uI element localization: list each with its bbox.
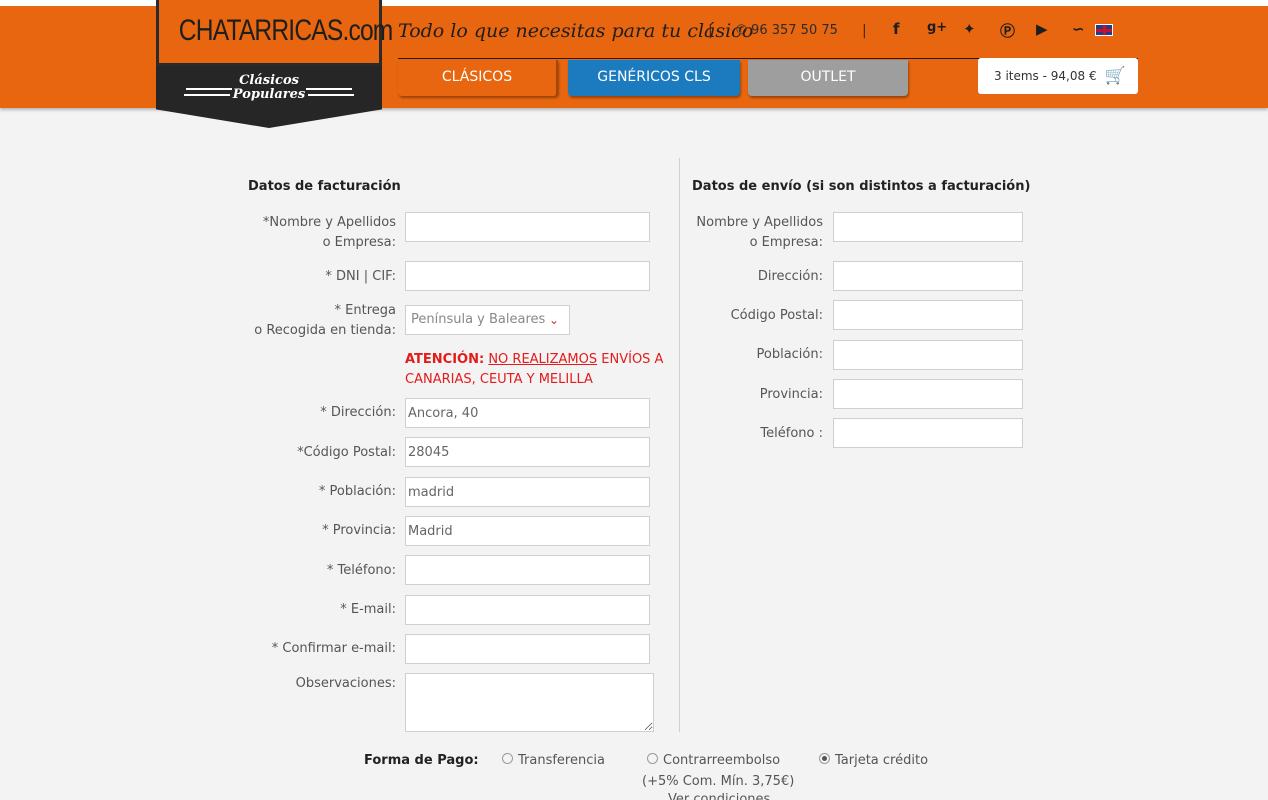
shipping-name-label: Nombre y Apellidos o Empresa: [640,213,823,253]
delivery-select-value: Península y Baleares [411,312,546,327]
payment-option-cod[interactable]: Contrarreembolso [647,753,780,768]
delivery-warning: ATENCIÓN: NO REALIZAMOS ENVÍOS A CANARIA… [405,350,675,390]
payment-option-transfer[interactable]: Transferencia [502,753,605,768]
logo-subtitle-line-1: Clásicos [239,73,299,88]
shipping-name-label-line-1: Nombre y Apellidos [696,215,823,230]
billing-notes-textarea[interactable] [405,673,654,732]
billing-name-label-line-2: o Empresa: [322,235,396,250]
billing-dni-input[interactable] [405,261,650,291]
cart-summary: 3 items - 94,08 € [994,69,1097,83]
billing-city-label: * Población: [318,484,396,499]
logo-subtitle: Clásicos Populares [156,74,382,102]
uk-flag-icon[interactable] [1095,24,1113,36]
shipping-city-label: Población: [756,347,824,362]
tagline: Todo lo que necesitas para tu clásico [398,20,754,42]
shipping-address-input[interactable] [833,261,1023,291]
phone-number[interactable]: ✆ 96 357 50 75 [736,23,838,38]
nav-outlet[interactable]: OUTLET [748,60,908,96]
billing-email-input[interactable] [405,595,650,625]
billing-dni-label: * DNI | CIF: [325,269,396,284]
rss-icon[interactable]: ∽ [1072,20,1085,38]
billing-city-input[interactable] [405,477,650,507]
billing-email-label: * E-mail: [340,602,396,617]
site-logo[interactable]: CHATARRICAS.com Clásicos Populares [156,0,394,128]
payment-option-card[interactable]: Tarjeta crédito [819,753,928,768]
billing-address-input[interactable] [405,398,650,428]
billing-delivery-label: * Entrega o Recogida en tienda: [200,301,396,341]
shipping-province-input[interactable] [833,379,1023,409]
cart-button[interactable]: 3 items - 94,08 € 🛒 [978,58,1138,94]
pinterest-icon[interactable]: Ⓟ [1000,20,1015,41]
billing-postal-label: *Código Postal: [297,445,396,460]
shipping-name-input[interactable] [833,212,1023,242]
payment-title: Forma de Pago: [364,753,479,768]
shipping-province-label: Provincia: [759,387,823,402]
payment-radio-card[interactable] [819,753,830,764]
logo-text: CHATARRICAS.com [178,14,394,47]
facebook-icon[interactable]: f [893,20,900,38]
billing-province-label: * Provincia: [322,523,396,538]
shipping-postal-input[interactable] [833,300,1023,330]
cod-commission-note: (+5% Com. Mín. 3,75€) [642,774,795,789]
cod-conditions-link[interactable]: Ver condiciones [668,792,770,800]
billing-phone-label: * Teléfono: [326,563,396,578]
shipping-title: Datos de envío (si son distintos a factu… [692,179,1031,194]
billing-email-confirm-input[interactable] [405,634,650,664]
billing-phone-input[interactable] [405,555,650,585]
warning-link[interactable]: NO REALIZAMOS [488,352,597,367]
billing-title: Datos de facturación [248,179,401,194]
shipping-postal-label: Código Postal: [730,308,823,323]
warning-label: ATENCIÓN: [405,352,485,367]
separator: | [708,23,713,39]
logo-badge: Clásicos Populares [156,66,382,128]
shipping-phone-label: Teléfono : [760,426,823,441]
twitter-icon[interactable]: ✦ [963,20,976,38]
shipping-city-input[interactable] [833,340,1023,370]
billing-name-label-line-1: *Nombre y Apellidos [262,215,396,230]
payment-label-card: Tarjeta crédito [835,753,929,768]
payment-label-cod: Contrarreembolso [663,753,781,768]
payment-radio-cod[interactable] [647,753,658,764]
shipping-name-label-line-2: o Empresa: [749,235,823,250]
separator: | [862,23,867,39]
payment-radio-transfer[interactable] [502,753,513,764]
billing-name-input[interactable] [405,212,650,242]
google-plus-icon[interactable]: g+ [927,20,947,35]
phone-icon: ✆ [736,23,747,38]
shipping-phone-input[interactable] [833,418,1023,448]
cart-icon: 🛒 [1104,66,1126,86]
billing-notes-label: Observaciones: [295,676,396,691]
shipping-address-label: Dirección: [757,269,823,284]
billing-name-label: *Nombre y Apellidos o Empresa: [200,213,396,253]
phone-text: 96 357 50 75 [751,23,838,38]
billing-delivery-label-line-2: o Recogida en tienda: [254,323,396,338]
logo-subtitle-line-2: Populares [232,87,306,102]
chevron-down-icon: ⌄ [548,313,559,327]
nav-genericos-cls[interactable]: GENÉRICOS CLS [568,60,740,96]
billing-email-confirm-label: * Confirmar e-mail: [271,641,396,656]
billing-delivery-label-line-1: * Entrega [334,303,396,318]
payment-label-transfer: Transferencia [518,753,605,768]
nav-clasicos[interactable]: CLÁSICOS [398,60,558,96]
youtube-icon[interactable]: ▶ [1036,20,1048,38]
delivery-select[interactable]: Península y Baleares ⌄ [405,305,570,335]
billing-postal-input[interactable] [405,437,650,467]
billing-province-input[interactable] [405,516,650,546]
billing-address-label: * Dirección: [320,405,396,420]
logo-top: CHATARRICAS.com [156,0,394,66]
warning-text-2: CANARIAS, CEUTA Y MELILLA [405,372,593,387]
